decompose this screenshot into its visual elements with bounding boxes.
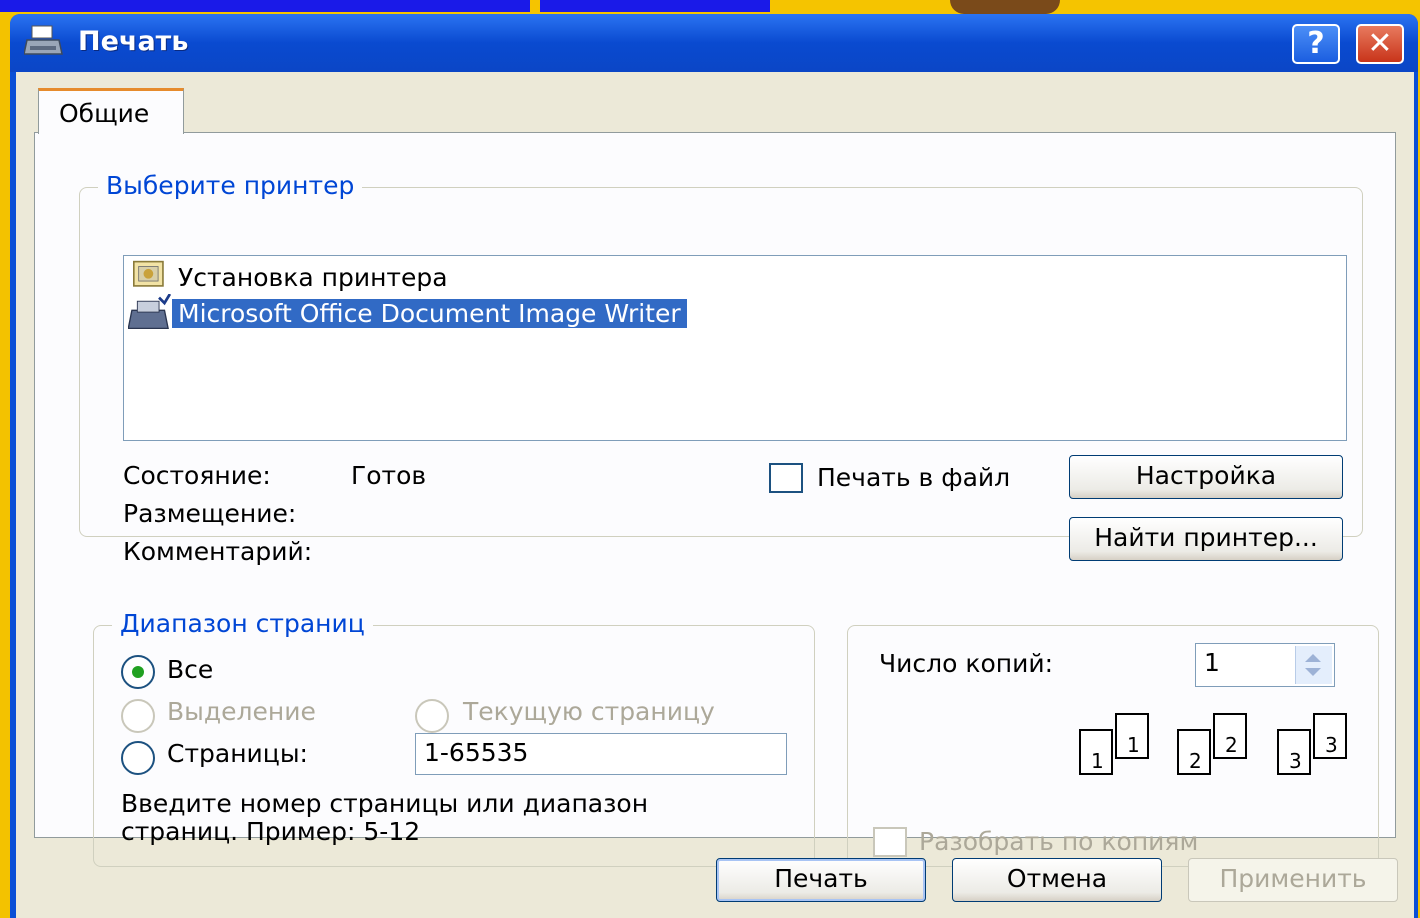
comment-label: Комментарий: bbox=[123, 537, 313, 566]
collate-page-number: 2 bbox=[1225, 733, 1238, 757]
close-button[interactable]: ✕ bbox=[1356, 24, 1404, 64]
collate-page-number: 1 bbox=[1091, 749, 1104, 773]
printer-icon bbox=[24, 25, 63, 55]
printer-item-selected[interactable]: Microsoft Office Document Image Writer bbox=[128, 294, 687, 330]
collate-page-number: 2 bbox=[1189, 749, 1202, 773]
close-icon: ✕ bbox=[1367, 26, 1393, 61]
pages-input[interactable]: 1-65535 bbox=[415, 733, 787, 775]
tab-general-label: Общие bbox=[59, 99, 150, 128]
print-dialog: Печать ? ✕ Общие Выберите принтер Устано… bbox=[10, 14, 1418, 918]
status-label: Состояние: bbox=[123, 461, 271, 490]
spin-up-icon[interactable] bbox=[1305, 654, 1321, 662]
copies-spinner[interactable] bbox=[1295, 646, 1332, 684]
apply-button[interactable]: Применить bbox=[1188, 858, 1398, 902]
collate-page-number: 3 bbox=[1289, 749, 1302, 773]
page-range-selection-label[interactable]: Выделение bbox=[167, 697, 316, 726]
copies-input[interactable]: 1 bbox=[1195, 643, 1335, 687]
collate-page-front: 2 bbox=[1177, 729, 1211, 775]
page-range-current-label[interactable]: Текущую страницу bbox=[463, 697, 715, 726]
collate-page-front: 3 bbox=[1277, 729, 1311, 775]
collate-page-front: 1 bbox=[1079, 729, 1113, 775]
cancel-button[interactable]: Отмена bbox=[952, 858, 1162, 902]
print-button[interactable]: Печать bbox=[716, 858, 926, 902]
page-range-hint-line1: Введите номер страницы или диапазон bbox=[121, 789, 649, 818]
page-range-current-radio[interactable] bbox=[415, 699, 449, 733]
page-range-hint-line2: страниц. Пример: 5-12 bbox=[121, 817, 421, 846]
dialog-client: Общие Выберите принтер Установка принтер… bbox=[16, 72, 1414, 918]
settings-button[interactable]: Настройка bbox=[1069, 455, 1343, 499]
printer-icon bbox=[128, 294, 172, 330]
collate-page-number: 1 bbox=[1127, 733, 1140, 757]
radio-selected-dot bbox=[132, 666, 144, 678]
page-range-pages-radio[interactable] bbox=[121, 741, 155, 775]
help-icon: ? bbox=[1307, 26, 1325, 61]
printer-item-label: Microsoft Office Document Image Writer bbox=[172, 298, 687, 328]
copies-value: 1 bbox=[1204, 648, 1220, 677]
printer-item-add[interactable]: Установка принтера bbox=[128, 260, 454, 294]
collate-page-back: 1 bbox=[1115, 713, 1149, 759]
status-value: Готов bbox=[351, 461, 427, 490]
page-range-all-label[interactable]: Все bbox=[167, 655, 213, 684]
find-printer-button[interactable]: Найти принтер... bbox=[1069, 517, 1343, 561]
window-title: Печать bbox=[78, 26, 189, 57]
spin-down-icon[interactable] bbox=[1305, 668, 1321, 676]
printer-item-label: Установка принтера bbox=[178, 262, 448, 292]
tab-general[interactable]: Общие bbox=[38, 88, 184, 134]
print-to-file-checkbox[interactable] bbox=[769, 463, 803, 493]
background-link-gap bbox=[530, 0, 540, 14]
page-range-legend: Диапазон страниц bbox=[112, 609, 373, 638]
background-picture-fragment bbox=[950, 0, 1060, 14]
collate-page-back: 2 bbox=[1213, 713, 1247, 759]
page-range-pages-label[interactable]: Страницы: bbox=[167, 739, 308, 768]
title-bar[interactable]: Печать ? ✕ bbox=[10, 14, 1418, 72]
add-printer-icon bbox=[133, 260, 164, 287]
collate-label[interactable]: Разобрать по копиям bbox=[919, 827, 1198, 856]
collate-preview-icon: 1 1 2 2 3 3 bbox=[1079, 713, 1369, 777]
page-range-all-radio[interactable] bbox=[121, 655, 155, 689]
collate-checkbox[interactable] bbox=[873, 827, 907, 857]
tab-panel-general: Выберите принтер Установка принтера Micr… bbox=[34, 132, 1396, 867]
background-link-fragment bbox=[0, 0, 770, 12]
collate-page-number: 3 bbox=[1325, 733, 1338, 757]
print-to-file-label[interactable]: Печать в файл bbox=[817, 463, 1010, 492]
copies-label: Число копий: bbox=[879, 649, 1054, 678]
printer-group-legend: Выберите принтер bbox=[98, 171, 363, 200]
location-label: Размещение: bbox=[123, 499, 297, 528]
printer-list[interactable]: Установка принтера Microsoft Office Docu… bbox=[123, 255, 1347, 441]
collate-page-back: 3 bbox=[1313, 713, 1347, 759]
help-button[interactable]: ? bbox=[1292, 24, 1340, 64]
page-range-selection-radio[interactable] bbox=[121, 699, 155, 733]
